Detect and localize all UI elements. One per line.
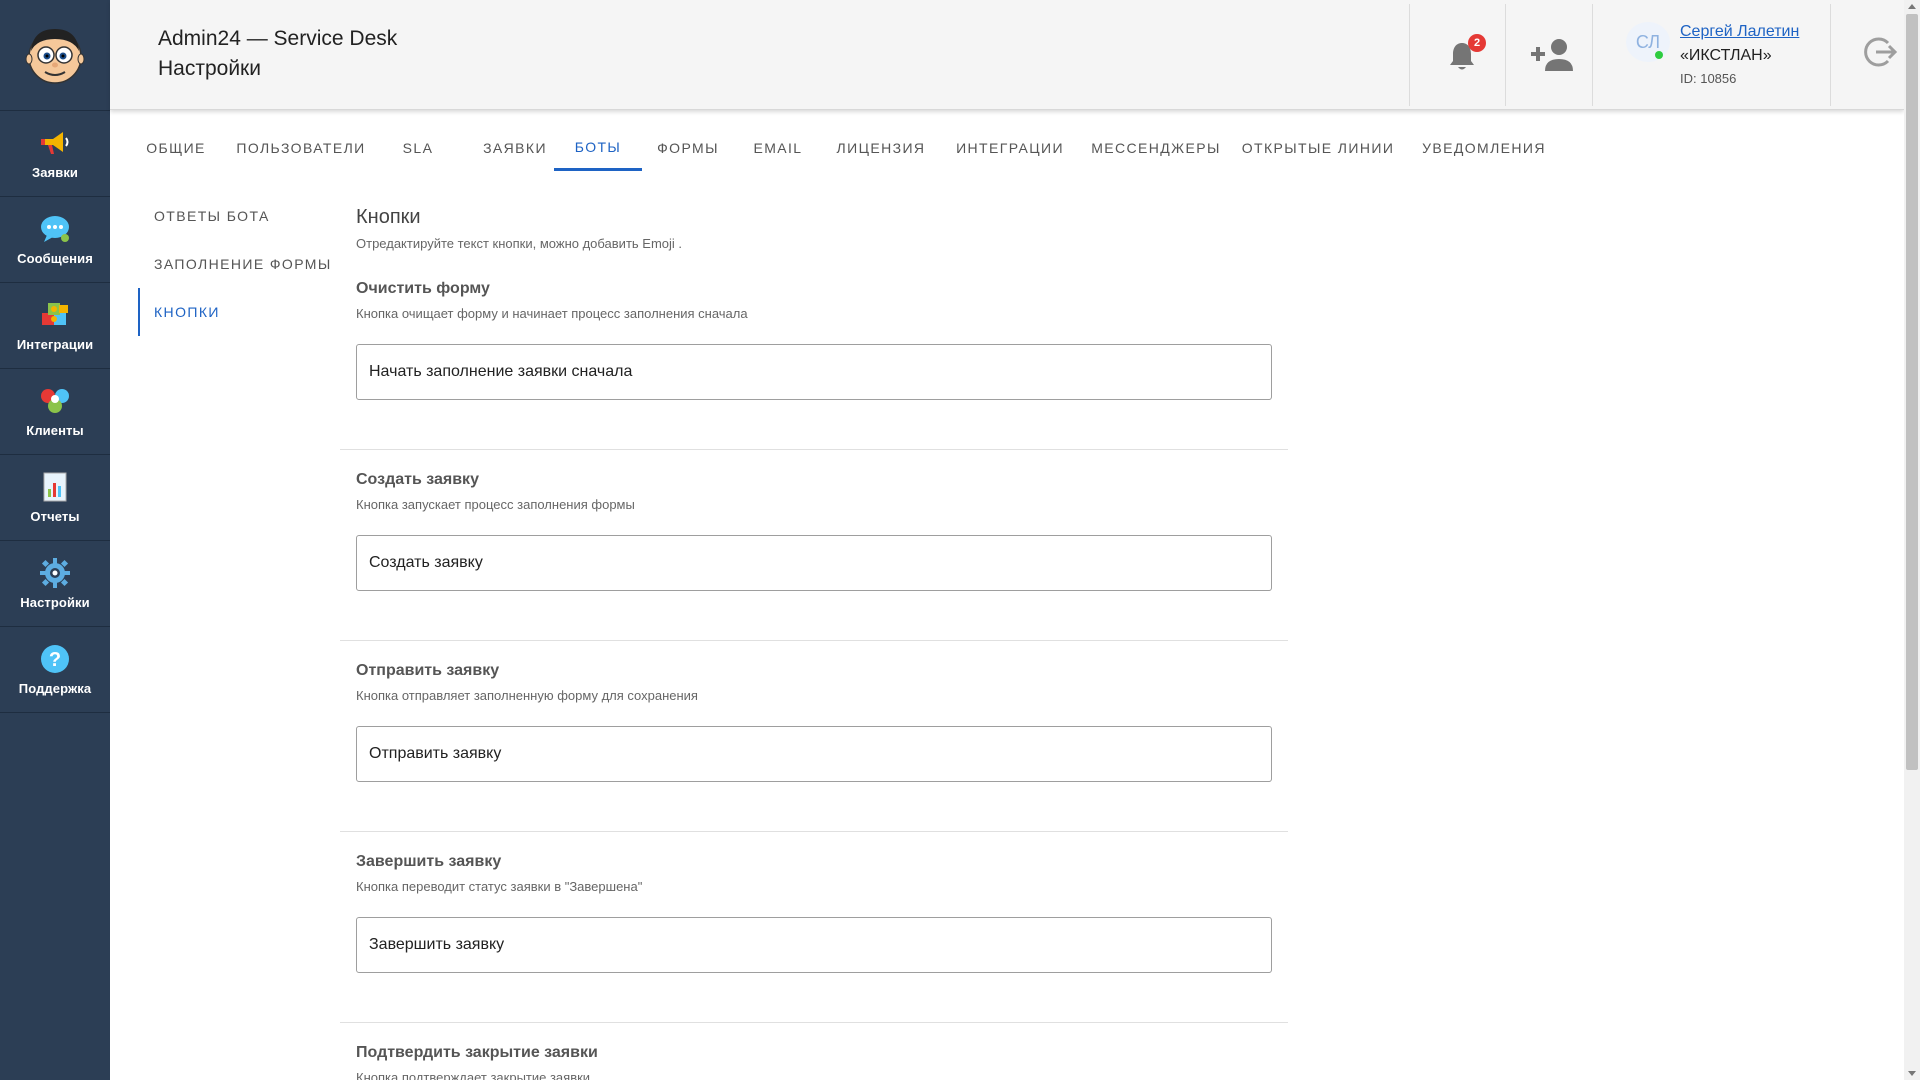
- tab-general[interactable]: ОБЩИЕ: [128, 125, 224, 171]
- section-divider: [340, 449, 1288, 450]
- tab-open-lines[interactable]: ОТКРЫТЫЕ ЛИНИИ: [1232, 125, 1404, 171]
- tab-license[interactable]: ЛИЦЕНЗИЯ: [822, 125, 940, 171]
- sidebar-item-settings[interactable]: Настройки: [0, 541, 110, 627]
- complete-ticket-input[interactable]: [356, 917, 1272, 973]
- clients-icon: [39, 385, 71, 417]
- create-ticket-input[interactable]: [356, 535, 1272, 591]
- puzzle-icon: [39, 299, 71, 331]
- sidebar-item-tickets[interactable]: Заявки: [0, 111, 110, 197]
- sidebar-item-label: Сообщения: [17, 251, 93, 266]
- send-ticket-input[interactable]: [356, 726, 1272, 782]
- logout-icon: [1864, 37, 1898, 67]
- tab-forms[interactable]: ФОРМЫ: [642, 125, 734, 171]
- mascot-face-icon: [25, 29, 85, 84]
- header-divider: [1505, 4, 1506, 106]
- field-send-ticket: Отправить заявку Кнопка отправляет запол…: [340, 662, 1288, 802]
- megaphone-icon: [39, 127, 71, 159]
- sidebar-item-label: Заявки: [31, 165, 79, 180]
- sidebar: Заявки Сообщения Интеграции Клиенты Отче…: [0, 0, 110, 1080]
- sidebar-item-label: Клиенты: [26, 423, 84, 438]
- help-icon: ?: [39, 643, 71, 675]
- tab-messengers[interactable]: МЕССЕНДЖЕРЫ: [1080, 125, 1232, 171]
- field-description: Кнопка запускает процесс заполнения форм…: [356, 497, 635, 512]
- sidebar-item-label: Настройки: [20, 595, 90, 610]
- field-description: Кнопка очищает форму и начинает процесс …: [356, 306, 748, 321]
- online-status-dot: [1655, 51, 1663, 59]
- app-title: Admin24 — Service Desk: [158, 27, 398, 50]
- svg-text:?: ?: [49, 649, 61, 671]
- section-divider: [340, 1022, 1288, 1023]
- user-avatar[interactable]: СЛ: [1626, 22, 1670, 62]
- top-header: Admin24 — Service Desk Настройки 2 СЛ Се…: [110, 0, 1904, 110]
- user-name-link[interactable]: Сергей Лалетин: [1680, 23, 1799, 41]
- sidebar-item-reports[interactable]: Отчеты: [0, 455, 110, 541]
- scrollbar-thumb[interactable]: [1906, 14, 1918, 770]
- logout-button[interactable]: [1860, 32, 1900, 72]
- sidebar-item-integrations[interactable]: Интеграции: [0, 283, 110, 369]
- field-description: Кнопка переводит статус заявки в "Заверш…: [356, 879, 643, 894]
- settings-tabs: ОБЩИЕ ПОЛЬЗОВАТЕЛИ SLA ЗАЯВКИ БОТЫ ФОРМЫ…: [110, 125, 1610, 171]
- chat-icon: [39, 213, 71, 245]
- report-icon: [39, 471, 71, 503]
- sidebar-item-label: Поддержка: [18, 681, 92, 696]
- clear-form-input[interactable]: [356, 344, 1272, 400]
- field-confirm-close: Подтвердить закрытие заявки Кнопка подтв…: [340, 1044, 1288, 1080]
- user-organization: «ИКСТЛАН»: [1680, 47, 1772, 64]
- section-divider: [340, 831, 1288, 832]
- user-id: ID: 10856: [1680, 71, 1737, 86]
- notification-badge: 2: [1468, 34, 1486, 52]
- field-title: Завершить заявку: [356, 853, 502, 870]
- page-title: Настройки: [158, 57, 261, 80]
- add-user-button[interactable]: [1525, 30, 1581, 80]
- tab-sla[interactable]: SLA: [378, 125, 458, 171]
- field-complete-ticket: Завершить заявку Кнопка переводит статус…: [340, 853, 1288, 993]
- subnav-form-filling[interactable]: ЗАПОЛНЕНИЕ ФОРМЫ: [138, 240, 338, 288]
- field-description: Кнопка подтверждает закрытие заявки: [356, 1070, 591, 1080]
- field-title: Создать заявку: [356, 471, 479, 488]
- field-title: Отправить заявку: [356, 662, 500, 679]
- notifications-button[interactable]: 2: [1440, 34, 1486, 78]
- bots-subnav: ОТВЕТЫ БОТА ЗАПОЛНЕНИЕ ФОРМЫ КНОПКИ: [138, 192, 338, 336]
- section-description: Отредактируйте текст кнопки, можно добав…: [356, 236, 683, 251]
- app-logo[interactable]: [0, 0, 110, 111]
- gear-icon: [39, 557, 71, 589]
- sidebar-item-clients[interactable]: Клиенты: [0, 369, 110, 455]
- field-create-ticket: Создать заявку Кнопка запускает процесс …: [340, 471, 1288, 611]
- page-scrollbar[interactable]: [1904, 0, 1920, 1080]
- tab-notifications[interactable]: УВЕДОМЛЕНИЯ: [1404, 125, 1564, 171]
- header-divider: [1830, 4, 1831, 106]
- header-divider: [1409, 4, 1410, 106]
- sidebar-item-support[interactable]: ? Поддержка: [0, 627, 110, 713]
- field-clear-form: Очистить форму Кнопка очищает форму и на…: [340, 280, 1288, 420]
- section-title: Кнопки: [356, 206, 421, 228]
- section-divider: [340, 640, 1288, 641]
- sidebar-item-messages[interactable]: Сообщения: [0, 197, 110, 283]
- tab-users[interactable]: ПОЛЬЗОВАТЕЛИ: [224, 125, 378, 171]
- field-description: Кнопка отправляет заполненную форму для …: [356, 688, 698, 703]
- subnav-bot-answers[interactable]: ОТВЕТЫ БОТА: [138, 192, 338, 240]
- sidebar-item-label: Интеграции: [16, 337, 94, 352]
- scroll-down-arrow-icon[interactable]: [1908, 1071, 1916, 1076]
- tab-integrations[interactable]: ИНТЕГРАЦИИ: [940, 125, 1080, 171]
- field-title: Очистить форму: [356, 280, 490, 297]
- scroll-up-arrow-icon[interactable]: [1908, 4, 1916, 9]
- tab-bots[interactable]: БОТЫ: [554, 125, 642, 171]
- field-title: Подтвердить закрытие заявки: [356, 1044, 598, 1061]
- subnav-buttons[interactable]: КНОПКИ: [138, 288, 338, 336]
- tab-email[interactable]: EMAIL: [734, 125, 822, 171]
- sidebar-item-label: Отчеты: [30, 509, 80, 524]
- add-user-icon: [1531, 39, 1573, 71]
- header-divider: [1592, 4, 1593, 106]
